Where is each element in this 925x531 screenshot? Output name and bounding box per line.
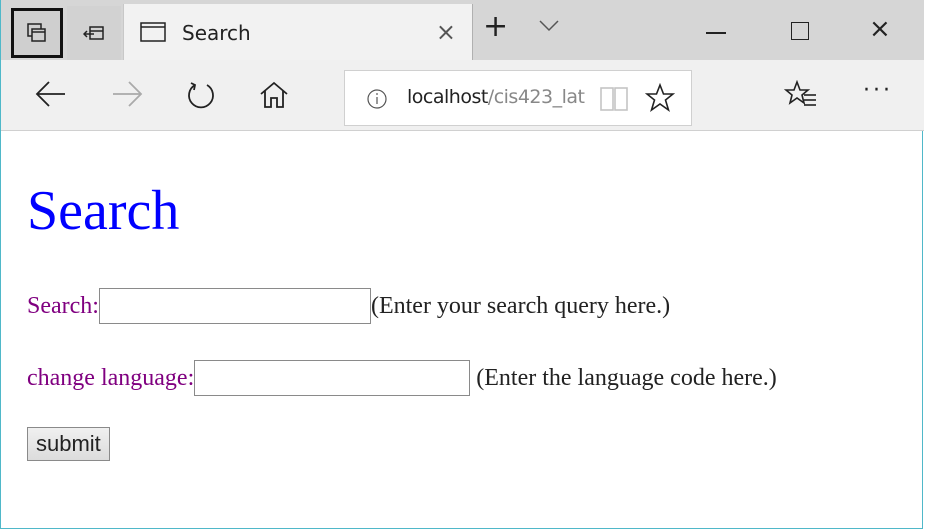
refresh-icon[interactable] [185, 80, 217, 112]
info-icon[interactable] [367, 89, 387, 109]
maximize-button[interactable] [791, 22, 809, 40]
close-tab-button[interactable]: × [436, 18, 456, 46]
title-bar: Search × + × [1, 0, 924, 60]
tab-title: Search [182, 21, 251, 45]
home-icon[interactable] [259, 80, 289, 110]
navigation-bar: localhost/cis423_lat ··· [1, 60, 924, 131]
new-tab-button[interactable]: + [483, 12, 508, 42]
set-tabs-aside-button[interactable] [67, 6, 121, 60]
tab-overview-button[interactable] [11, 8, 63, 58]
star-icon[interactable] [645, 83, 675, 113]
search-label: Search: [27, 292, 99, 319]
language-label: change language: [27, 364, 195, 391]
url-path: /cis423_lat [487, 86, 585, 108]
page-title: Search [27, 180, 180, 242]
set-tabs-aside-icon [83, 26, 104, 40]
url-text[interactable]: localhost/cis423_lat [407, 86, 585, 108]
browser-window: Search × + × localhost/cis423_lat ··· Se… [0, 0, 924, 529]
chevron-down-icon[interactable] [539, 20, 559, 32]
minimize-button[interactable] [706, 32, 726, 34]
search-input[interactable] [98, 288, 371, 324]
tab-overview-icon [27, 23, 46, 42]
close-window-button[interactable]: × [869, 14, 891, 44]
back-arrow-icon[interactable] [35, 80, 67, 108]
address-bar[interactable]: localhost/cis423_lat [344, 70, 692, 126]
search-hint: (Enter your search query here.) [370, 292, 671, 319]
search-row: Search: (Enter your search query here.) [27, 288, 670, 324]
reading-view-icon[interactable] [599, 86, 629, 112]
favorites-hub-icon[interactable] [784, 80, 818, 110]
language-row: change language: (Enter the language cod… [27, 360, 777, 396]
language-input[interactable] [194, 360, 471, 396]
submit-button[interactable]: submit [27, 427, 110, 461]
more-menu-button[interactable]: ··· [863, 78, 893, 103]
forward-arrow-icon[interactable] [111, 80, 143, 108]
language-hint: (Enter the language code here.) [476, 364, 777, 391]
page-icon [140, 22, 166, 42]
browser-tab[interactable]: Search × [123, 4, 473, 60]
url-host: localhost [407, 86, 488, 108]
